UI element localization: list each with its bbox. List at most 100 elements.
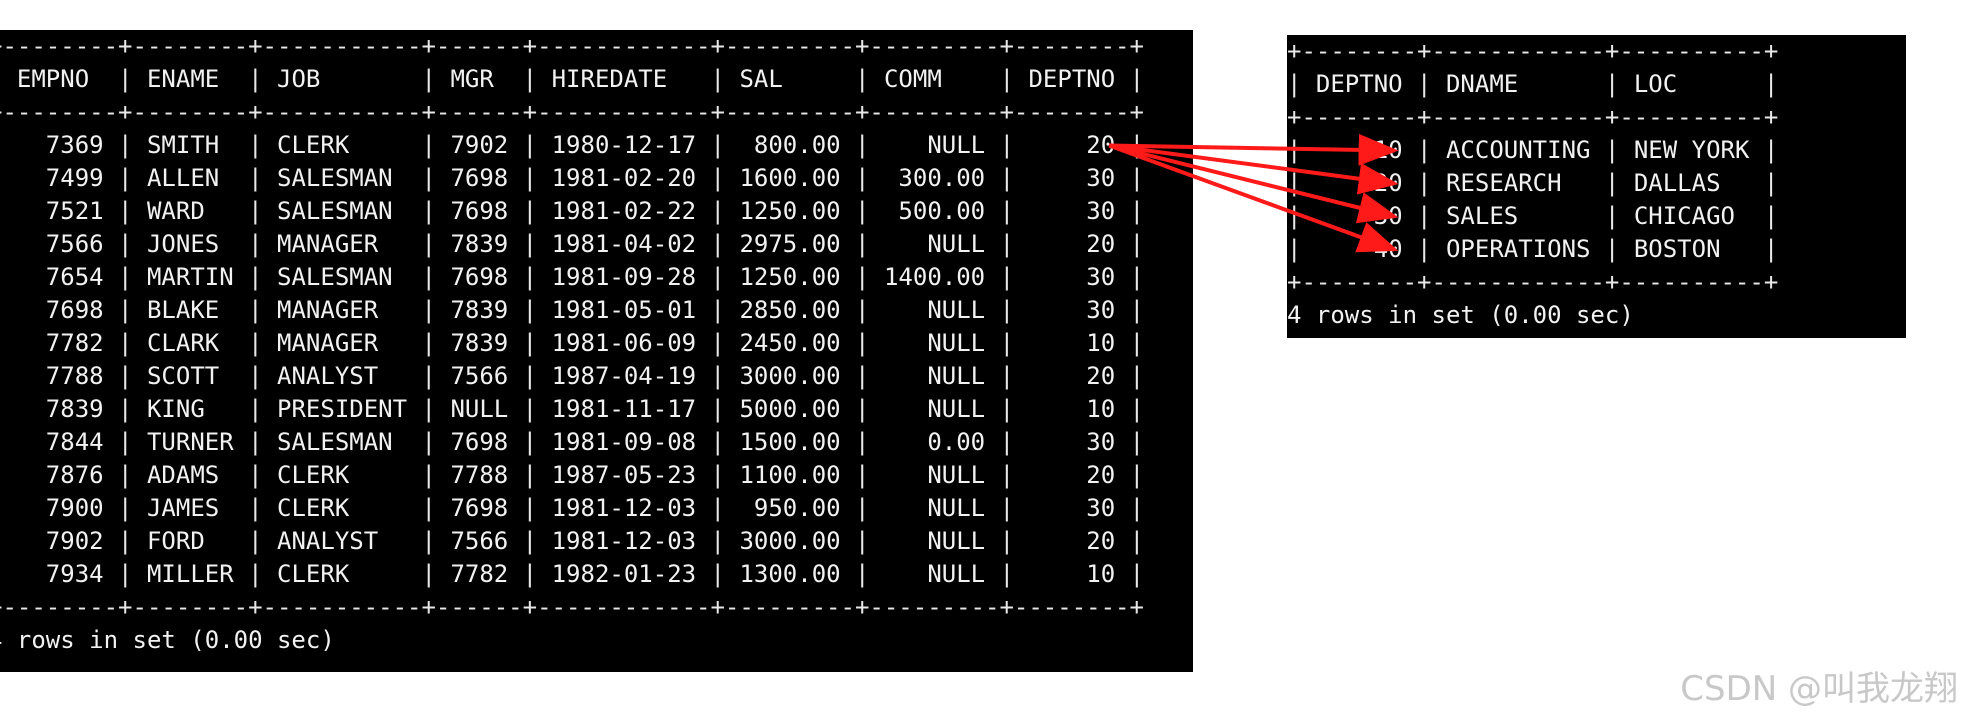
column-separator: |	[1115, 395, 1145, 423]
column-separator: |	[985, 296, 1029, 324]
column-separator: |	[508, 560, 552, 588]
table-cell: 800.00	[739, 131, 841, 159]
table-cell: 7839	[450, 230, 509, 258]
table-cell: 20	[1315, 169, 1403, 197]
table-cell: MANAGER	[277, 329, 408, 357]
column-separator: |	[840, 362, 884, 390]
column-separator: |	[1115, 560, 1145, 588]
table-cell: 20	[1028, 461, 1116, 489]
table-cell: 30	[1028, 494, 1116, 522]
table-cell: 7698	[450, 428, 509, 456]
table-row: | 7934 | MILLER | CLERK | 7782 | 1982-01…	[0, 558, 1144, 591]
table-cell: 7654	[16, 263, 104, 291]
column-separator: |	[840, 560, 884, 588]
column-separator: |	[1115, 263, 1145, 291]
column-header: LOC	[1633, 70, 1750, 98]
table-row: | 7876 | ADAMS | CLERK | 7788 | 1987-05-…	[0, 459, 1144, 492]
column-separator: |	[840, 131, 884, 159]
table-cell: KING	[146, 395, 234, 423]
column-header: HIREDATE	[551, 65, 697, 93]
column-separator: |	[407, 329, 451, 357]
column-header: SAL	[739, 65, 841, 93]
column-separator: |	[985, 230, 1029, 258]
table-cell: SMITH	[146, 131, 234, 159]
table-cell: 7782	[450, 560, 509, 588]
table-cell: 1981-04-02	[551, 230, 697, 258]
table-cell: FORD	[146, 527, 234, 555]
table-row: | 10 | ACCOUNTING | NEW YORK |	[1287, 134, 1778, 167]
table-cell: ANALYST	[277, 362, 408, 390]
emp-query-result: +--------+--------+-----------+------+--…	[0, 30, 1193, 672]
border-text: +--------+--------+-----------+------+--…	[0, 32, 1144, 60]
table-cell: 7782	[16, 329, 104, 357]
header-row: | EMPNO | ENAME | JOB | MGR | HIREDATE |…	[0, 63, 1144, 96]
column-separator: |	[840, 461, 884, 489]
column-separator: |	[103, 461, 147, 489]
border-text: +--------+--------+-----------+------+--…	[0, 98, 1144, 126]
column-separator: |	[233, 296, 278, 324]
table-cell: 1250.00	[739, 197, 841, 225]
column-separator: |	[407, 560, 451, 588]
table-cell: JONES	[146, 230, 234, 258]
result-footer: 4 rows in set (0.00 sec)	[0, 624, 1144, 657]
table-cell: 2450.00	[739, 329, 841, 357]
table-cell: 10	[1315, 136, 1403, 164]
table-border: +--------+--------+-----------+------+--…	[0, 591, 1144, 624]
table-cell: CLERK	[277, 560, 408, 588]
table-cell: 7698	[450, 164, 509, 192]
column-separator: |	[985, 527, 1029, 555]
column-separator: |	[233, 197, 278, 225]
table-cell: 7902	[450, 131, 509, 159]
column-separator: |	[696, 65, 740, 93]
table-cell: 20	[1028, 527, 1116, 555]
column-separator: |	[508, 494, 552, 522]
column-separator: |	[1590, 70, 1634, 98]
column-separator: |	[1590, 136, 1634, 164]
column-separator: |	[840, 494, 884, 522]
column-separator: |	[508, 296, 552, 324]
column-separator: |	[985, 461, 1029, 489]
column-header: COMM	[883, 65, 986, 93]
table-row: | 7782 | CLARK | MANAGER | 7839 | 1981-0…	[0, 327, 1144, 360]
column-separator: |	[407, 164, 451, 192]
column-separator: |	[1115, 329, 1145, 357]
table-row: | 30 | SALES | CHICAGO |	[1287, 200, 1778, 233]
table-cell: NULL	[450, 395, 509, 423]
column-separator: |	[103, 362, 147, 390]
table-cell: 7844	[16, 428, 104, 456]
table-cell: DALLAS	[1633, 169, 1750, 197]
table-cell: 1981-09-28	[551, 263, 697, 291]
table-cell: CLARK	[146, 329, 234, 357]
table-row: | 7698 | BLAKE | MANAGER | 7839 | 1981-0…	[0, 294, 1144, 327]
column-separator: |	[407, 65, 451, 93]
table-cell: 1980-12-17	[551, 131, 697, 159]
table-cell: 7698	[450, 494, 509, 522]
column-separator: |	[1115, 131, 1145, 159]
table-cell: 950.00	[739, 494, 841, 522]
table-row: | 7900 | JAMES | CLERK | 7698 | 1981-12-…	[0, 492, 1144, 525]
column-separator: |	[1115, 230, 1145, 258]
column-separator: |	[103, 329, 147, 357]
column-separator: |	[508, 164, 552, 192]
column-separator: |	[1287, 70, 1316, 98]
column-separator: |	[508, 329, 552, 357]
table-cell: MANAGER	[277, 230, 408, 258]
table-cell: 1400.00	[883, 263, 986, 291]
table-cell: 7788	[16, 362, 104, 390]
table-cell: CLERK	[277, 131, 408, 159]
table-cell: 1250.00	[739, 263, 841, 291]
table-cell: 1981-02-20	[551, 164, 697, 192]
table-cell: CLERK	[277, 461, 408, 489]
table-cell: BLAKE	[146, 296, 234, 324]
header-row: | DEPTNO | DNAME | LOC |	[1287, 68, 1778, 101]
table-row: | 7521 | WARD | SALESMAN | 7698 | 1981-0…	[0, 195, 1144, 228]
table-cell: NULL	[883, 329, 986, 357]
table-cell: ADAMS	[146, 461, 234, 489]
column-separator: |	[840, 428, 884, 456]
table-cell: MARTIN	[146, 263, 234, 291]
table-cell: 7698	[450, 197, 509, 225]
column-separator: |	[407, 296, 451, 324]
column-separator: |	[840, 230, 884, 258]
column-separator: |	[407, 461, 451, 489]
table-cell: NULL	[883, 296, 986, 324]
